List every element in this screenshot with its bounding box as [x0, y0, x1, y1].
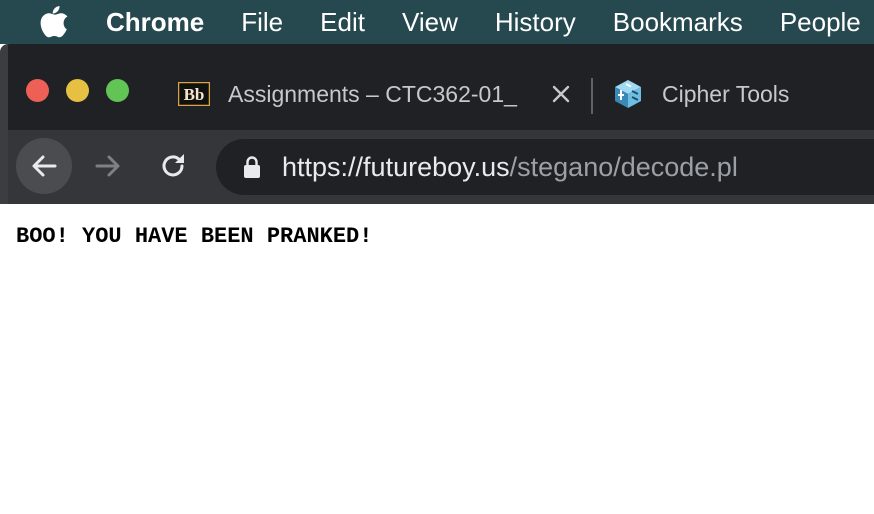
menu-view[interactable]: View — [402, 0, 458, 44]
address-bar[interactable]: https://futureboy.us/stegano/decode.pl — [216, 139, 874, 195]
menu-bookmarks[interactable]: Bookmarks — [613, 0, 743, 44]
arrow-right-icon — [95, 155, 120, 177]
url-scheme: https:// — [282, 151, 364, 182]
back-button[interactable] — [16, 138, 72, 194]
blackboard-icon: Bb — [178, 78, 210, 110]
menu-app-chrome[interactable]: Chrome — [106, 0, 204, 44]
menu-history[interactable]: History — [495, 0, 576, 44]
window-close-button[interactable] — [26, 79, 49, 102]
menu-edit[interactable]: Edit — [320, 0, 365, 44]
url-host: futureboy.us — [363, 151, 510, 182]
reload-button[interactable] — [145, 138, 201, 194]
svg-text:Bb: Bb — [184, 85, 205, 104]
mac-menu-bar: Chrome File Edit View History Bookmarks … — [0, 0, 874, 44]
tab-title: Assignments – CTC362-01_ — [228, 80, 517, 107]
tab-strip: Bb Assignments – CTC362-01_ Cipher Tools — [0, 44, 874, 130]
window-minimize-button[interactable] — [66, 79, 89, 102]
tab-separator — [591, 78, 593, 114]
browser-toolbar: https://futureboy.us/stegano/decode.pl — [0, 130, 874, 204]
web-page-content: BOO! YOU HAVE BEEN PRANKED! — [0, 204, 874, 514]
window-zoom-button[interactable] — [106, 79, 129, 102]
menu-file[interactable]: File — [241, 0, 283, 44]
browser-window: Bb Assignments – CTC362-01_ Cipher Tools… — [0, 44, 874, 204]
tab-cipher-tools[interactable]: Cipher Tools — [612, 74, 874, 114]
lock-icon[interactable] — [242, 154, 262, 180]
forward-button[interactable] — [80, 138, 136, 194]
tab-assignments[interactable]: Bb Assignments – CTC362-01_ — [178, 74, 578, 114]
menu-people[interactable]: People — [780, 0, 861, 44]
cipher-cube-icon — [612, 78, 644, 110]
apple-logo-icon[interactable] — [40, 5, 68, 39]
arrow-left-icon — [32, 155, 57, 177]
url-path: /stegano/decode.pl — [509, 151, 738, 182]
page-message: BOO! YOU HAVE BEEN PRANKED! — [16, 224, 373, 249]
window-border — [0, 44, 8, 204]
reload-icon — [162, 154, 184, 177]
close-icon[interactable] — [550, 83, 572, 105]
tab-title: Cipher Tools — [662, 80, 790, 107]
url-text: https://futureboy.us/stegano/decode.pl — [282, 152, 738, 183]
